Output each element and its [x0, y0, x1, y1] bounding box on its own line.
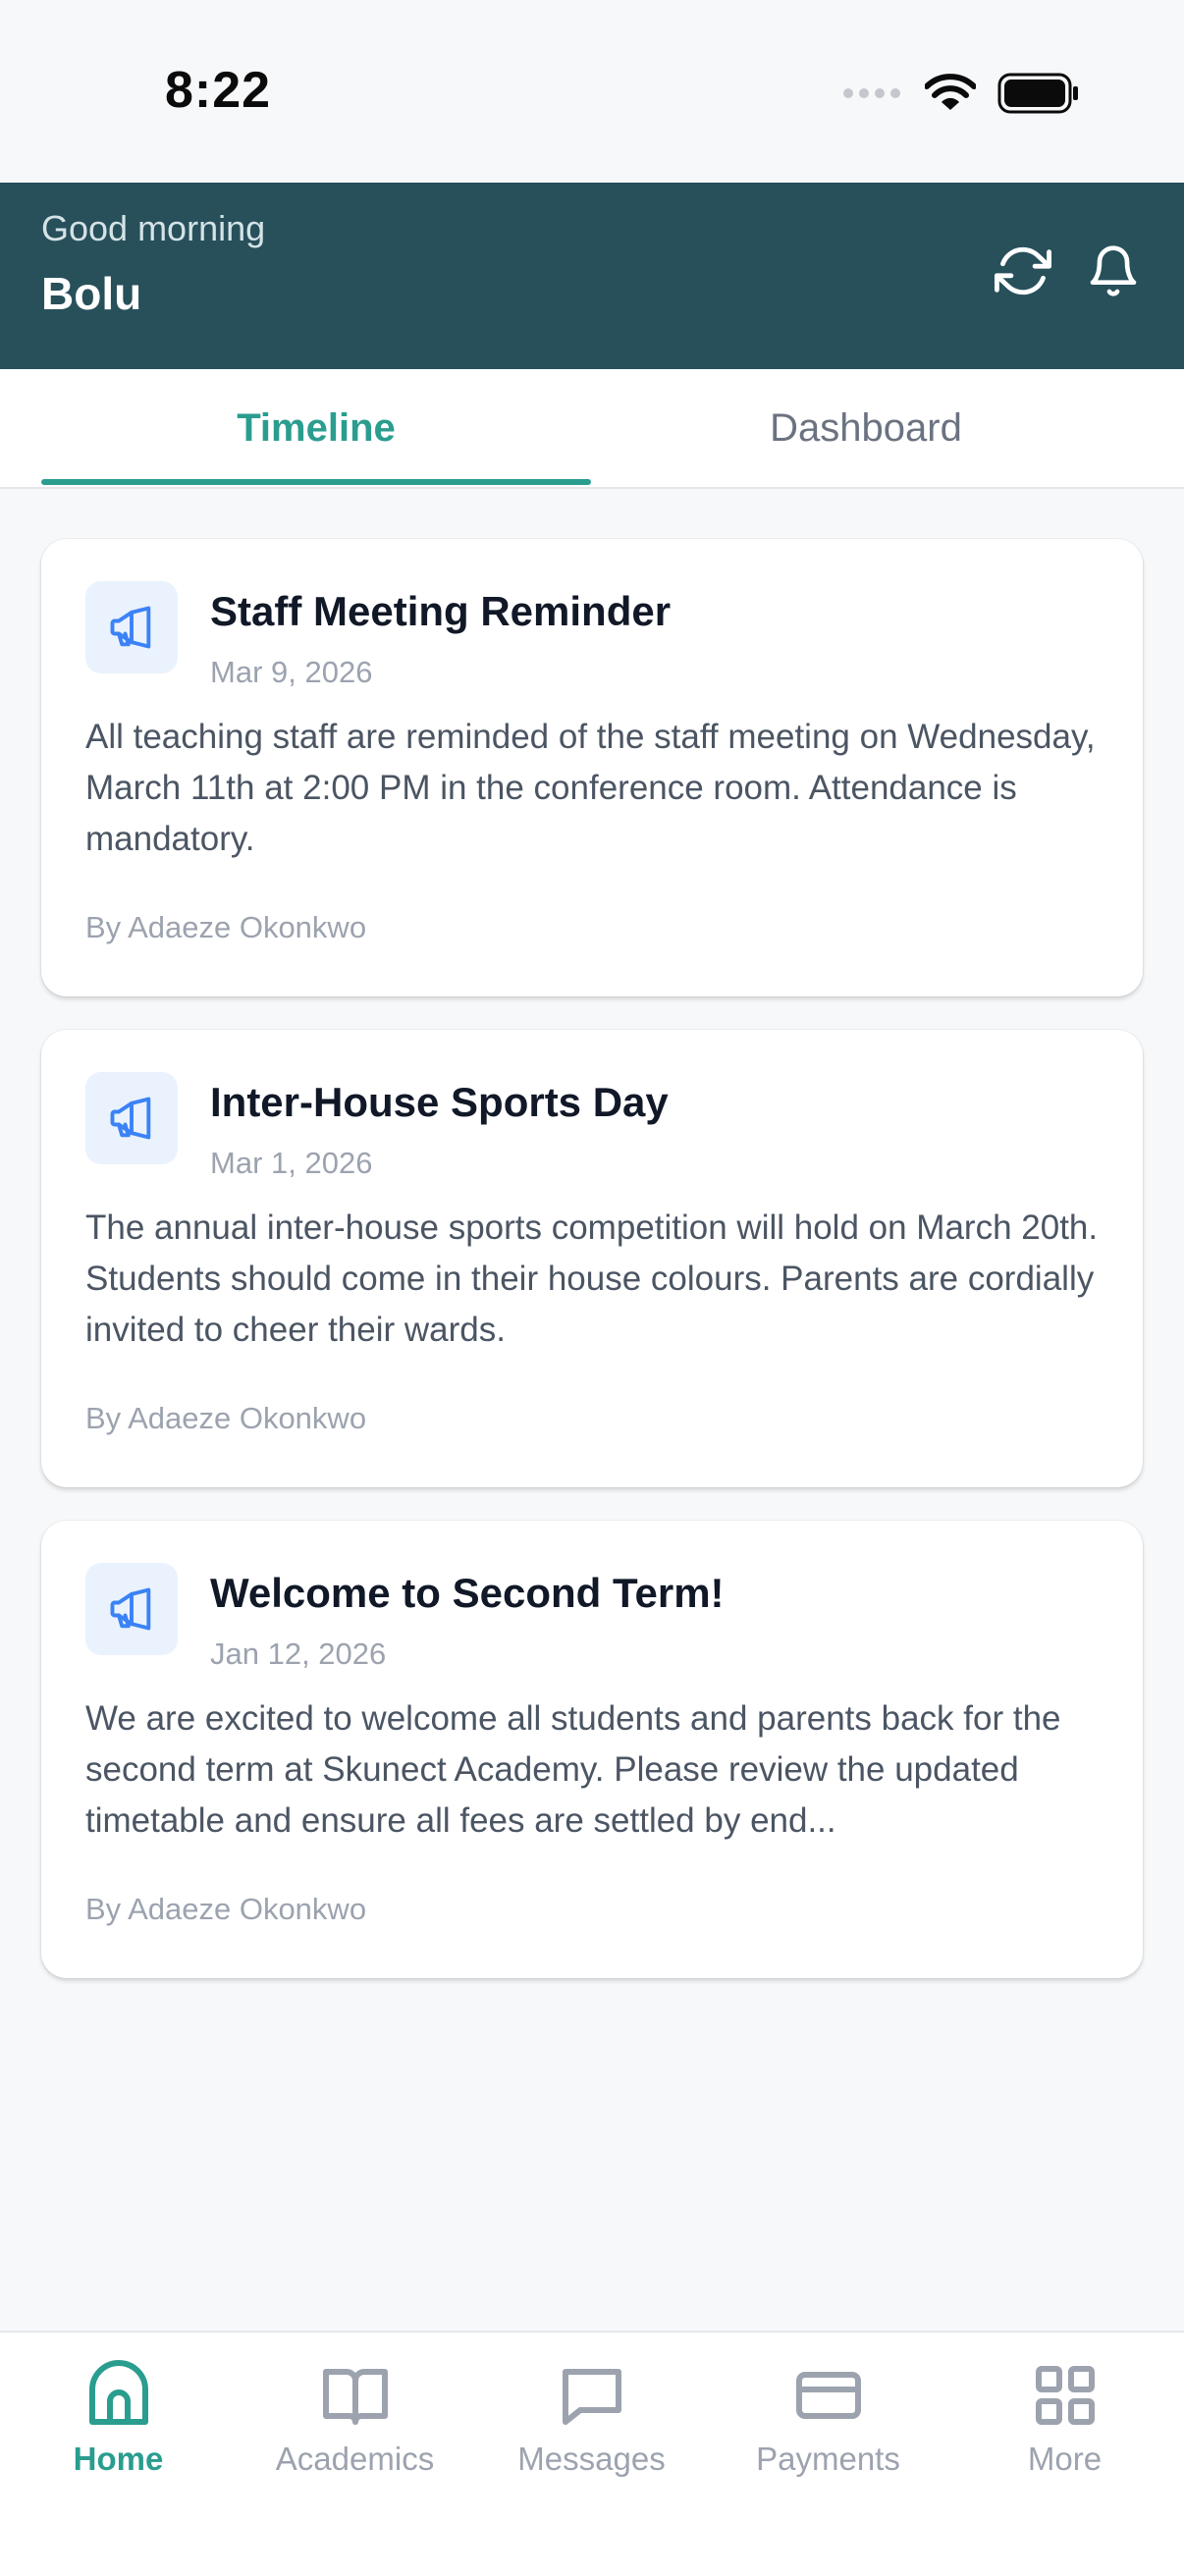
- nav-label: Academics: [275, 2441, 435, 2477]
- announcement-body: We are excited to welcome all students a…: [85, 1699, 1061, 1840]
- message-icon: [473, 2358, 710, 2433]
- announcement-date: Mar 1, 2026: [210, 1146, 373, 1180]
- tab-bar: Timeline Dashboard: [0, 369, 1184, 489]
- refresh-icon: [995, 246, 1051, 295]
- bell-icon: [1090, 245, 1137, 296]
- battery-icon: [997, 73, 1080, 114]
- card-icon: [710, 2358, 946, 2433]
- nav-home[interactable]: Home: [0, 2333, 237, 2509]
- book-icon: [237, 2358, 473, 2433]
- nav-payments[interactable]: Payments: [710, 2333, 946, 2509]
- nav-messages[interactable]: Messages: [473, 2333, 710, 2509]
- announcement-title: Staff Meeting Reminder: [210, 588, 672, 634]
- megaphone-icon: [85, 1072, 178, 1164]
- announcement-body: All teaching staff are reminded of the s…: [85, 718, 1096, 858]
- wifi-icon: [925, 74, 976, 113]
- tab-dashboard[interactable]: Dashboard: [591, 369, 1141, 487]
- nav-more[interactable]: More: [946, 2333, 1183, 2509]
- status-time: 8:22: [165, 62, 272, 119]
- announcement-card[interactable]: Welcome to Second Term! Jan 12, 2026 We …: [41, 1521, 1143, 1978]
- active-tab-indicator: [41, 479, 591, 485]
- announcement-card[interactable]: Inter-House Sports Day Mar 1, 2026 The a…: [41, 1030, 1143, 1487]
- bottom-nav: Home Academics Messages Payments More: [0, 2331, 1184, 2576]
- app-header: Good morning Bolu: [0, 183, 1184, 369]
- announcement-author: By Adaeze Okonkwo: [85, 1401, 367, 1435]
- announcement-date: Mar 9, 2026: [210, 655, 373, 689]
- tab-timeline[interactable]: Timeline: [41, 369, 591, 487]
- grid-icon: [946, 2358, 1183, 2433]
- announcement-date: Jan 12, 2026: [210, 1637, 387, 1671]
- megaphone-icon: [85, 581, 178, 673]
- announcement-author: By Adaeze Okonkwo: [85, 1892, 367, 1926]
- announcement-title: Inter-House Sports Day: [210, 1079, 669, 1125]
- nav-academics[interactable]: Academics: [237, 2333, 473, 2509]
- user-name: Bolu: [41, 268, 142, 319]
- nav-label: Home: [73, 2441, 164, 2477]
- announcement-body: The annual inter-house sports competitio…: [85, 1208, 1099, 1349]
- announcement-author: By Adaeze Okonkwo: [85, 910, 367, 944]
- status-bar: 8:22: [0, 0, 1184, 183]
- signal-icon: [842, 86, 903, 100]
- nav-label: More: [1027, 2441, 1103, 2477]
- megaphone-icon: [85, 1563, 178, 1655]
- nav-label: Messages: [517, 2441, 666, 2477]
- announcement-title: Welcome to Second Term!: [210, 1570, 725, 1616]
- home-icon: [0, 2358, 237, 2433]
- refresh-button[interactable]: [984, 232, 1062, 310]
- status-icons: [842, 73, 1080, 114]
- nav-label: Payments: [756, 2441, 900, 2477]
- greeting-text: Good morning: [41, 208, 266, 248]
- notifications-button[interactable]: [1074, 232, 1153, 310]
- announcement-card[interactable]: Staff Meeting Reminder Mar 9, 2026 All t…: [41, 539, 1143, 996]
